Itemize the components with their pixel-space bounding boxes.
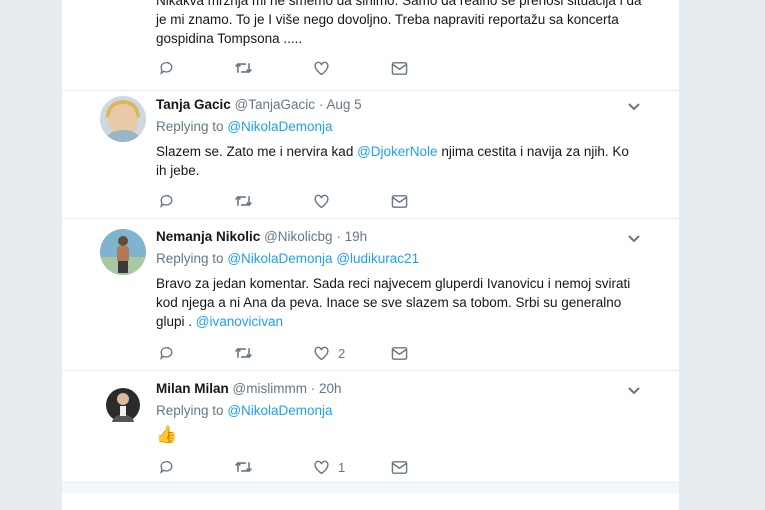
like-button[interactable] [313,191,338,211]
reply-button[interactable] [158,58,175,78]
retweet-button[interactable] [234,191,253,211]
dm-button[interactable] [391,58,408,78]
tweet-header: Tanja Gacic @TanjaGacic · Aug 5 [156,96,649,114]
reply-icon [160,461,173,474]
reply-button[interactable] [158,343,175,363]
replying-to: Replying to @NikolaDemonja @ludikurac21 [156,251,420,266]
dm-button[interactable] [391,343,408,363]
author-name[interactable]: Milan Milan [156,381,229,396]
replying-to-link[interactable]: @NikolaDemonja [227,119,332,134]
mention-link[interactable]: @DjokerNole [357,144,437,159]
retweet-button[interactable] [234,343,253,363]
reply-icon [160,347,173,360]
reply-button[interactable] [158,191,175,211]
separator: · [310,381,316,396]
timestamp[interactable]: 20h [319,381,342,396]
like-button[interactable]: 2 [313,343,345,363]
author-handle[interactable]: @Nikolicbg [264,229,332,244]
dm-icon [391,346,408,360]
retweet-icon [235,62,252,74]
like-icon [314,346,329,361]
replying-to-link[interactable]: @NikolaDemonja [227,403,332,418]
tweet[interactable]: Milan Milan @mislimmm · 20h Replying to … [62,370,679,483]
dm-icon [391,460,408,474]
like-button[interactable] [313,58,330,78]
like-icon [314,61,329,76]
dm-button[interactable] [391,457,408,477]
tweet-header: Nemanja Nikolic @Nikolicbg · 19h [156,228,649,246]
like-count: 2 [338,345,346,361]
replying-to-link[interactable]: @NikolaDemonja [227,251,332,266]
author-handle[interactable]: @TanjaGacic [235,97,316,112]
timeline-divider [62,482,679,493]
replying-to-link[interactable]: @ludikurac21 [336,251,419,266]
timeline-panel: Nikakva mržnja mi ne smemo da šinimo. Sa… [62,0,679,510]
dm-icon [391,61,408,75]
dm-icon [391,194,408,208]
replying-to: Replying to @NikolaDemonja [156,119,333,134]
retweet-button[interactable] [234,58,253,78]
tweet-text: Slazem se. Zato me i nervira kad @Djoker… [156,144,629,178]
reply-icon [160,62,173,75]
timestamp[interactable]: Aug 5 [326,97,361,112]
tweet[interactable]: Tanja Gacic @TanjaGacic · Aug 5 Replying… [62,90,679,219]
retweet-icon [235,461,252,473]
avatar[interactable] [100,96,146,142]
reply-button[interactable] [158,457,175,477]
retweet-icon [235,195,252,207]
tweet-header: Milan Milan @mislimmm · 20h [156,380,649,398]
author-name[interactable]: Tanja Gacic [156,97,231,112]
author-handle[interactable]: @mislimmm [233,381,307,396]
replying-to: Replying to @NikolaDemonja [156,403,333,418]
chevron-down-icon[interactable] [627,232,641,246]
like-button[interactable]: 1 [313,457,345,477]
tweet[interactable]: Nemanja Nikolic @Nikolicbg · 19h Replyin… [62,218,679,371]
tweet-previous[interactable]: Nikakva mržnja mi ne smemo da šinimo. Sa… [62,0,679,91]
reply-icon [160,195,173,208]
dm-button[interactable] [391,191,408,211]
avatar[interactable] [100,229,146,275]
avatar[interactable] [100,382,146,428]
separator: · [336,229,341,244]
separator: · [318,97,324,112]
like-icon [314,460,329,475]
thumbs-up-emoji: 👍 [156,425,178,444]
like-icon [314,194,329,209]
chevron-down-icon[interactable] [627,384,641,398]
mention-link[interactable]: @ivanovicivan [196,314,283,329]
retweet-button[interactable] [234,457,253,477]
like-count: 1 [338,459,346,475]
chevron-down-icon[interactable] [627,100,641,114]
author-name[interactable]: Nemanja Nikolic [156,229,260,244]
retweet-icon [235,347,252,359]
timestamp[interactable]: 19h [345,229,368,244]
tweet-text: Nikakva mržnja mi ne smemo da šinimo. Sa… [156,0,642,46]
tweet-text: Bravo za jedan komentar. Sada reci najve… [156,276,631,329]
